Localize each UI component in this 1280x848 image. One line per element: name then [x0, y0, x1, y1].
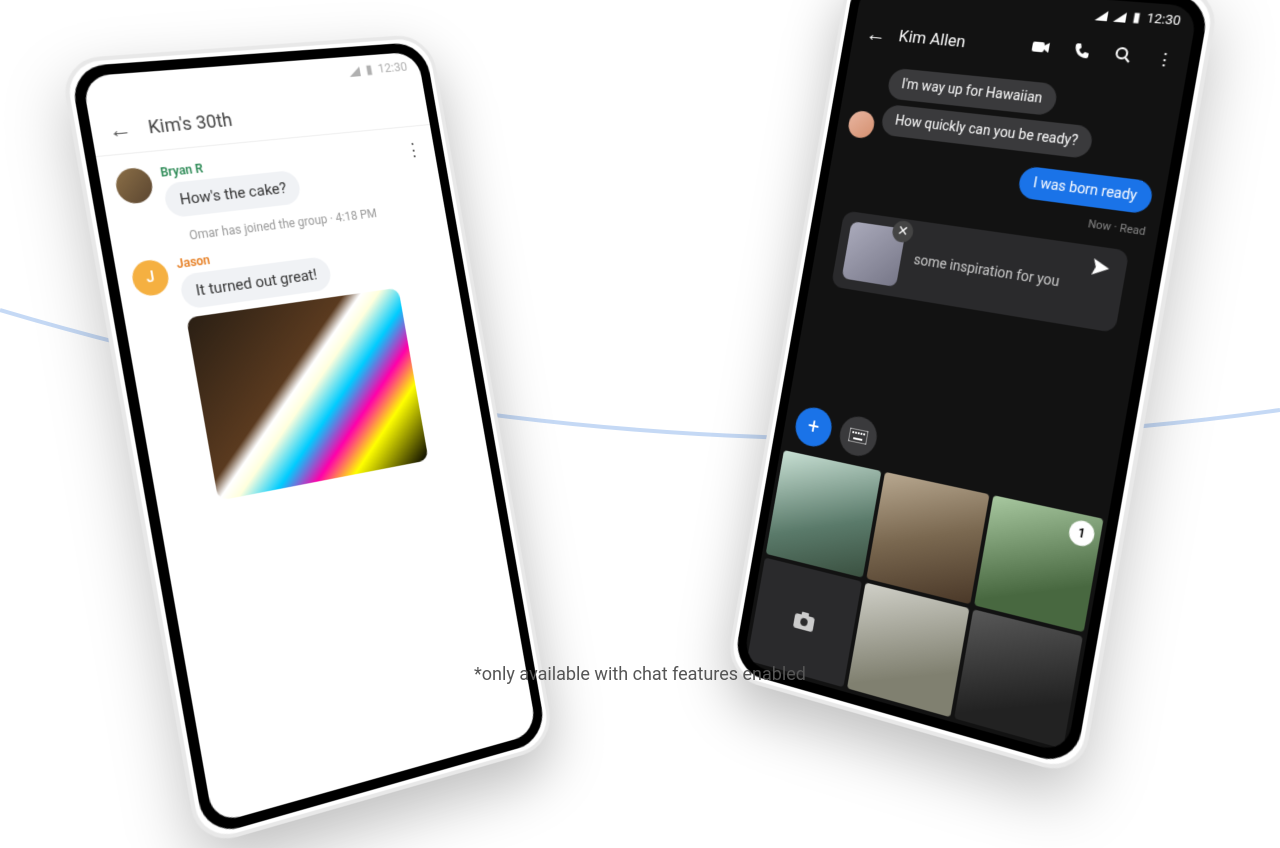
back-icon[interactable]: ← — [106, 115, 134, 144]
gallery-photo[interactable]: 1 — [974, 495, 1104, 632]
message-status: Now · Read — [1087, 217, 1147, 238]
attachment-thumbnail[interactable]: ✕ — [842, 221, 906, 287]
phone-mockup-dark: ▮ 12:30 ← Kim Allen ⋮ — [724, 0, 1220, 778]
image-attachment[interactable] — [186, 288, 428, 501]
status-time: 12:30 — [377, 60, 409, 77]
wifi-icon — [1113, 11, 1127, 22]
compose-text[interactable]: some inspiration for you — [912, 252, 1060, 290]
gallery-photo[interactable] — [766, 450, 882, 577]
contact-name[interactable]: Kim Allen — [897, 27, 1010, 56]
signal-icon — [349, 66, 362, 76]
phone-mockup-light: ▮ 12:30 ← Kim's 30th Bryan R How's the c… — [59, 33, 555, 848]
selected-count-badge: 1 — [1067, 519, 1096, 549]
more-icon[interactable]: ⋮ — [1154, 49, 1176, 71]
avatar[interactable] — [113, 167, 155, 206]
message-bubble[interactable]: How quickly can you be ready? — [880, 104, 1095, 159]
keyboard-button[interactable] — [837, 414, 880, 460]
gallery-photo[interactable] — [954, 609, 1083, 749]
avatar[interactable] — [847, 110, 877, 139]
search-icon[interactable] — [1112, 45, 1132, 68]
avatar[interactable]: J — [130, 258, 172, 297]
video-call-icon[interactable] — [1030, 38, 1051, 59]
add-button[interactable]: + — [793, 405, 835, 450]
gallery-photo[interactable] — [847, 582, 969, 717]
call-icon[interactable] — [1072, 42, 1092, 65]
gallery-photo[interactable] — [867, 472, 990, 604]
back-icon[interactable]: ← — [864, 21, 888, 47]
remove-attachment-icon[interactable]: ✕ — [891, 220, 915, 244]
more-icon[interactable]: ⋮ — [404, 139, 424, 161]
message-bubble-sent[interactable]: I was born ready — [1017, 165, 1155, 214]
chat-title: Kim's 30th — [146, 109, 233, 138]
caption-text: *only available with chat features enabl… — [474, 664, 806, 685]
status-time: 12:30 — [1145, 11, 1182, 29]
send-icon[interactable] — [1088, 256, 1113, 285]
signal-icon — [1095, 10, 1109, 21]
